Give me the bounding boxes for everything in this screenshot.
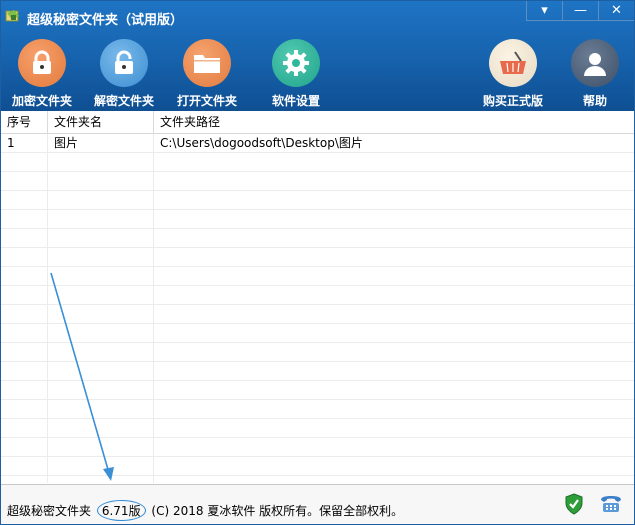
- empty-row: [1, 191, 634, 210]
- status-product-name: 超级秘密文件夹: [7, 504, 92, 518]
- empty-row: [1, 324, 634, 343]
- empty-row: [1, 400, 634, 419]
- open-folder-label: 打开文件夹: [176, 94, 237, 108]
- app-window: 超级秘密文件夹（试用版） ▾ — ✕ 加密文件夹 解密文件夹 打开文件夹 软件设…: [0, 0, 635, 525]
- empty-row: [1, 457, 634, 476]
- version-label: 6.71版: [96, 500, 146, 521]
- lock-icon: [18, 39, 66, 87]
- basket-icon: [489, 39, 537, 87]
- window-controls: ▾ — ✕: [526, 1, 634, 23]
- empty-row: [1, 343, 634, 362]
- status-bar: 超级秘密文件夹 6.71版 (C) 2018 夏冰软件 版权所有。保留全部权利。: [1, 484, 634, 524]
- row-folder-path: C:\Users\dogoodsoft\Desktop\图片: [160, 136, 363, 150]
- shield-check-icon[interactable]: [564, 493, 584, 515]
- empty-row: [1, 267, 634, 286]
- table-row[interactable]: 1 图片 C:\Users\dogoodsoft\Desktop\图片: [1, 134, 634, 153]
- empty-row: [1, 362, 634, 381]
- title-bar[interactable]: 超级秘密文件夹（试用版） ▾ — ✕: [1, 1, 634, 31]
- empty-row: [1, 229, 634, 248]
- table-body: 1 图片 C:\Users\dogoodsoft\Desktop\图片: [1, 134, 634, 495]
- buy-full-version-label: 购买正式版: [482, 94, 543, 108]
- settings-label: 软件设置: [271, 94, 320, 108]
- phone-icon[interactable]: [599, 494, 623, 514]
- empty-row: [1, 286, 634, 305]
- encrypt-folder-label: 加密文件夹: [11, 94, 72, 108]
- encrypt-folder-button[interactable]: 加密文件夹: [2, 39, 82, 109]
- gear-icon: [272, 39, 320, 87]
- app-logo-icon: [5, 10, 19, 22]
- decrypt-folder-button[interactable]: 解密文件夹: [84, 39, 164, 109]
- column-header-index[interactable]: 序号: [1, 111, 48, 133]
- minimize-button[interactable]: —: [562, 1, 598, 21]
- table-header: 序号 文件夹名 文件夹路径: [1, 111, 634, 134]
- window-title: 超级秘密文件夹（试用版）: [27, 13, 184, 28]
- open-folder-button[interactable]: 打开文件夹: [167, 39, 247, 109]
- header: 超级秘密文件夹（试用版） ▾ — ✕ 加密文件夹 解密文件夹 打开文件夹 软件设…: [1, 1, 634, 111]
- menu-dropdown-button[interactable]: ▾: [526, 1, 562, 21]
- decrypt-folder-label: 解密文件夹: [93, 94, 154, 108]
- column-header-path[interactable]: 文件夹路径: [154, 111, 634, 133]
- help-label: 帮助: [582, 94, 607, 108]
- folder-icon: [183, 39, 231, 87]
- buy-full-version-button[interactable]: 购买正式版: [473, 39, 553, 109]
- empty-row: [1, 381, 634, 400]
- empty-row: [1, 153, 634, 172]
- empty-row: [1, 305, 634, 324]
- unlock-icon: [100, 39, 148, 87]
- empty-row: [1, 210, 634, 229]
- row-index: 1: [7, 136, 15, 150]
- copyright-text: (C) 2018 夏冰软件 版权所有。保留全部权利。: [151, 504, 404, 518]
- empty-row: [1, 248, 634, 267]
- close-button[interactable]: ✕: [598, 1, 634, 21]
- folder-table[interactable]: 序号 文件夹名 文件夹路径 1 图片 C:\Users\dogoodsoft\D…: [1, 111, 634, 495]
- empty-row: [1, 172, 634, 191]
- empty-row: [1, 419, 634, 438]
- settings-button[interactable]: 软件设置: [256, 39, 336, 109]
- user-icon: [571, 39, 619, 87]
- column-header-name[interactable]: 文件夹名: [48, 111, 154, 133]
- status-text: 超级秘密文件夹 6.71版 (C) 2018 夏冰软件 版权所有。保留全部权利。: [7, 500, 403, 521]
- empty-row: [1, 438, 634, 457]
- row-folder-name: 图片: [54, 136, 79, 150]
- help-button[interactable]: 帮助: [555, 39, 634, 109]
